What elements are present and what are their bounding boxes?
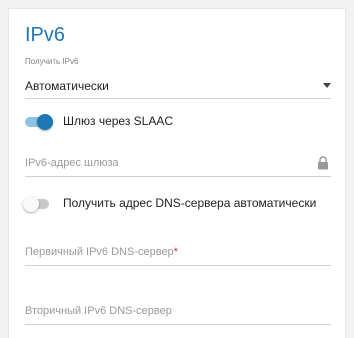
secondary-dns-placeholder: Вторичный IPv6 DNS-сервер [25,305,172,317]
secondary-dns-field[interactable]: Вторичный IPv6 DNS-сервер [25,299,331,325]
slaac-gateway-label: Шлюз через SLAAC [63,114,174,128]
slaac-gateway-toggle[interactable] [25,114,53,130]
gateway-address-placeholder: IPv6-адрес шлюза [25,157,119,169]
slaac-gateway-toggle-row[interactable]: Шлюз через SLAAC [25,111,225,131]
toggle-knob [37,114,53,130]
section-title: IPv6 [25,24,66,46]
primary-dns-placeholder: Первичный IPv6 DNS-сервер* [25,246,178,258]
gateway-address-field[interactable]: IPv6-адрес шлюза [25,151,331,177]
toggle-knob [23,196,39,212]
ipv6-settings-panel: IPv6 Получить IPv6 Автоматически Шлюз че… [8,8,346,338]
required-mark: * [173,246,178,258]
primary-dns-field[interactable]: Первичный IPv6 DNS-сервер* [25,240,331,266]
dns-auto-label: Получить адрес DNS-сервера автоматически [63,196,317,210]
dns-auto-toggle[interactable] [23,196,51,212]
chevron-down-icon [323,83,331,88]
obtain-ipv6-label: Получить IPv6 [25,57,79,66]
obtain-ipv6-value: Автоматически [25,79,109,93]
primary-dns-placeholder-text: Первичный IPv6 DNS-сервер [25,246,174,258]
dns-auto-toggle-row[interactable]: Получить адрес DNS-сервера автоматически [23,193,335,213]
obtain-ipv6-select[interactable]: Автоматически [25,69,331,99]
lock-icon [318,156,328,170]
